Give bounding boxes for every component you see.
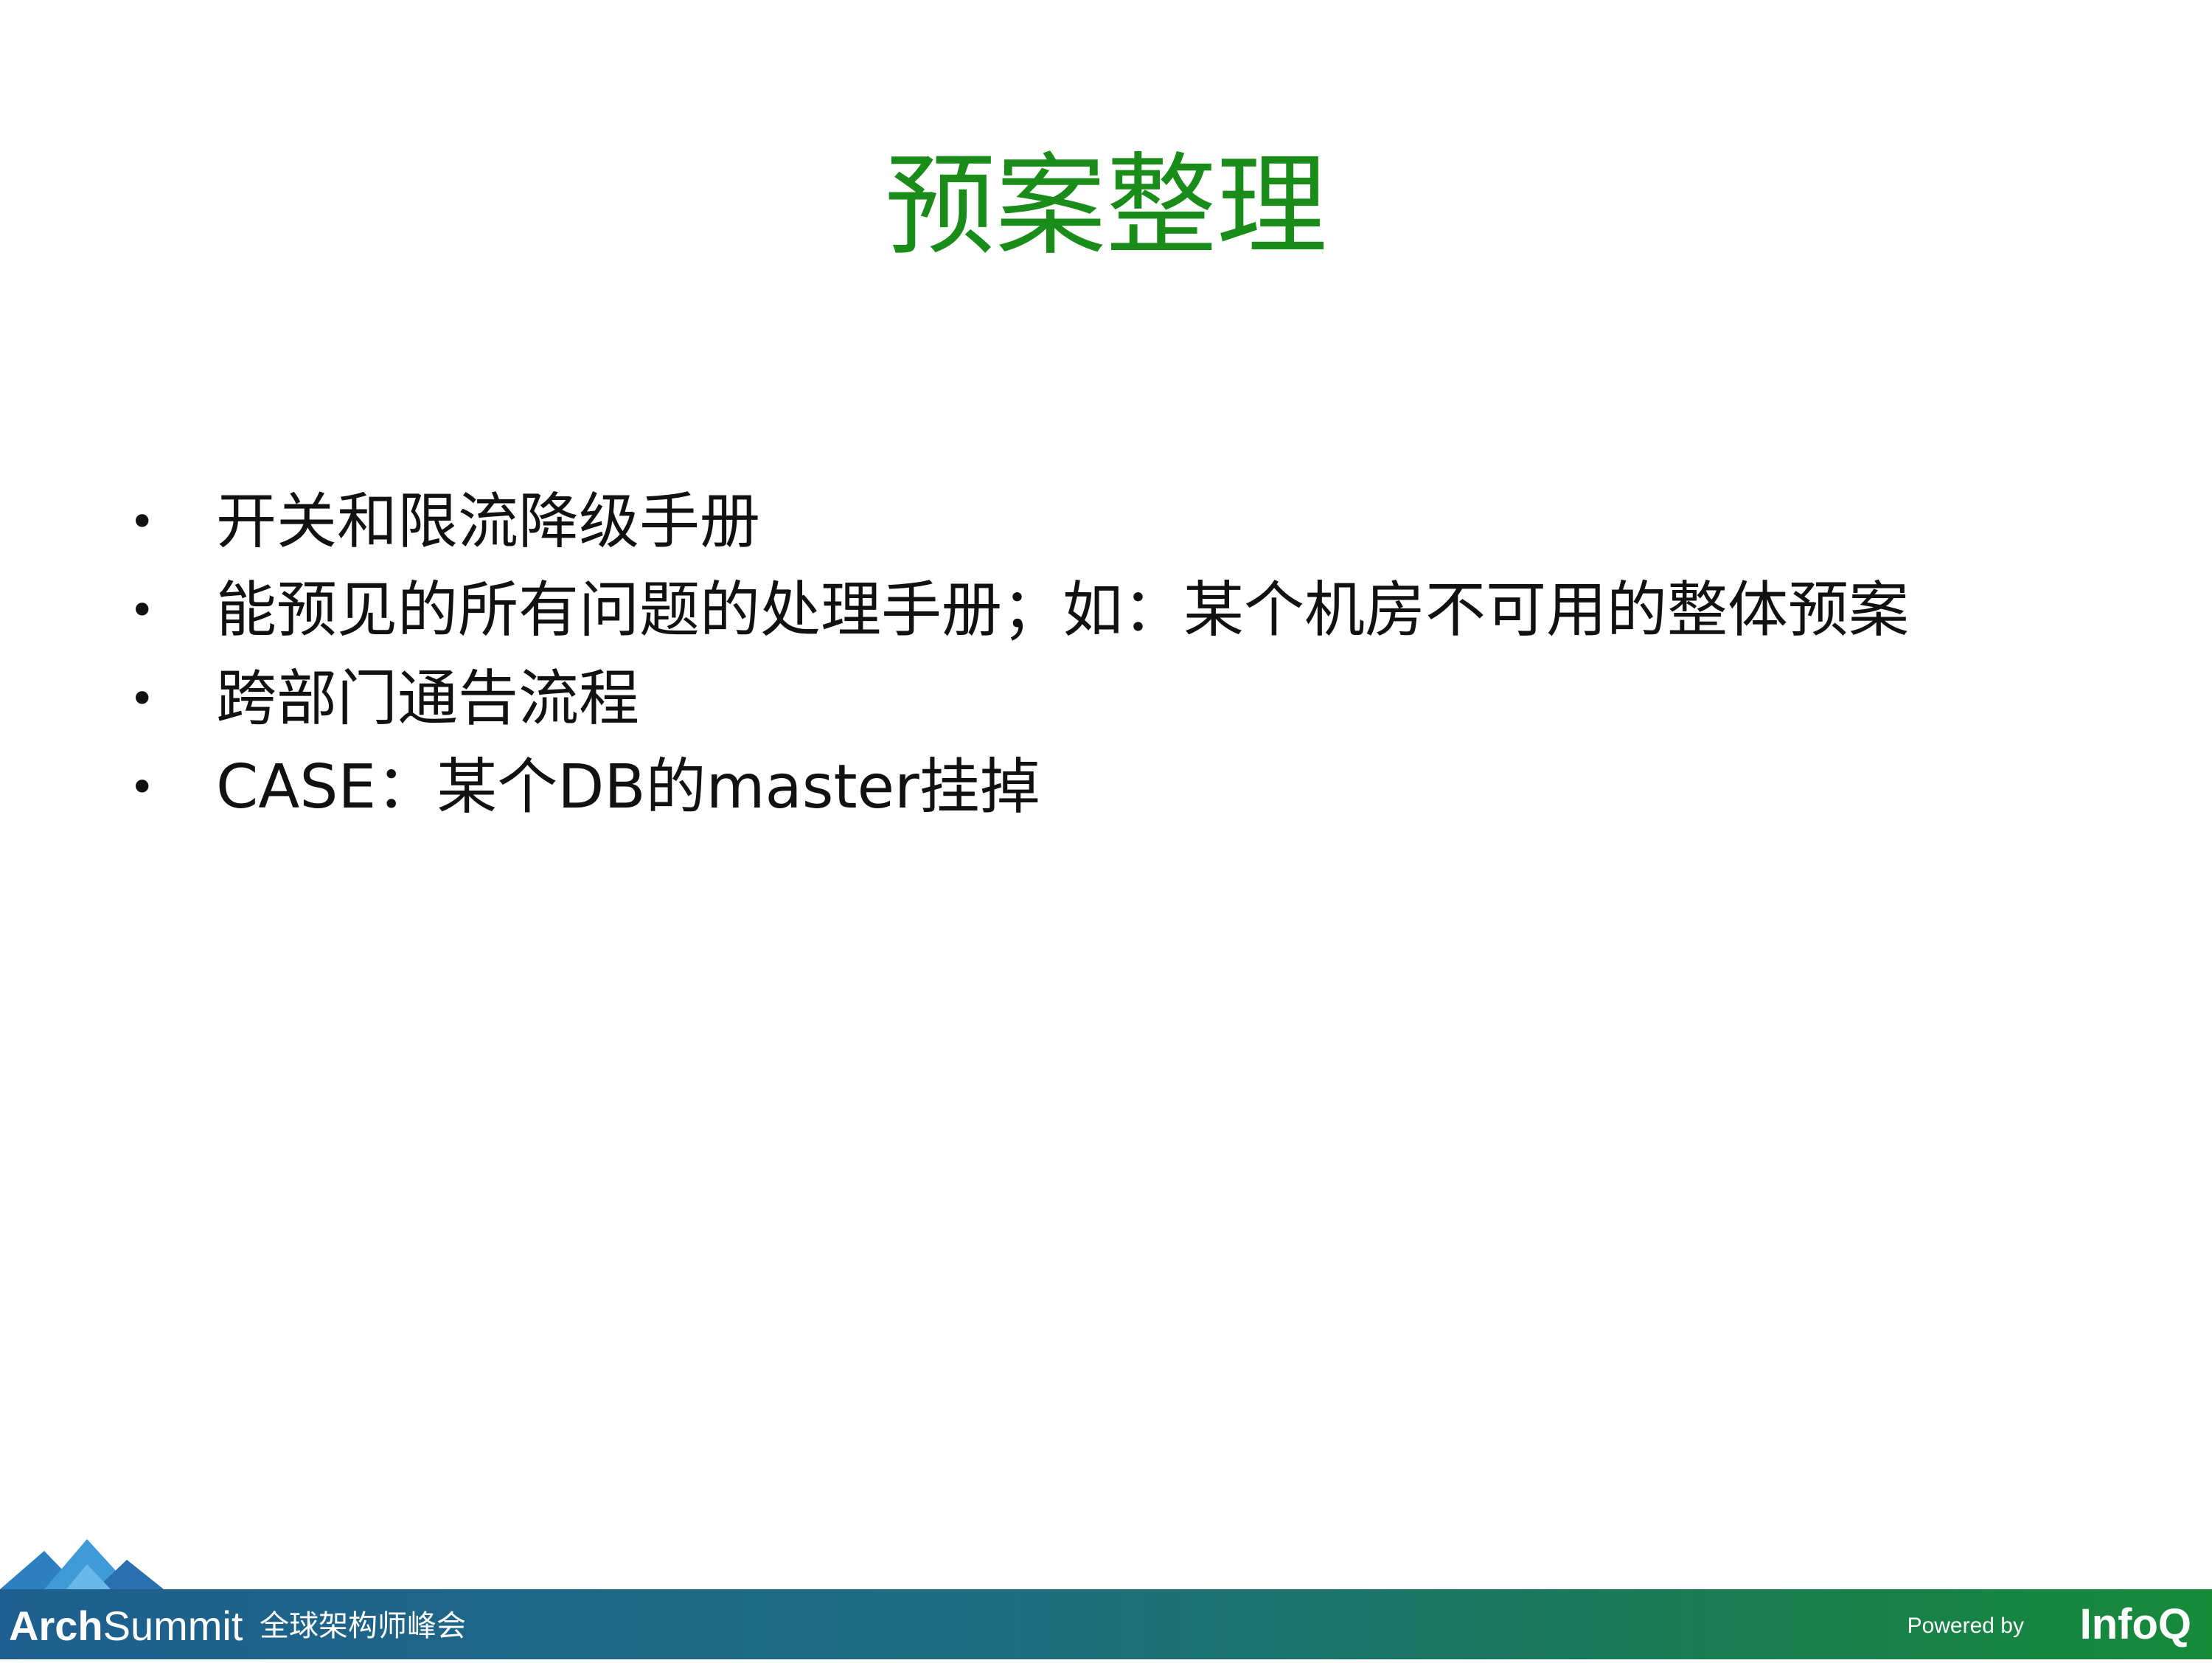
bullet-icon: • (129, 496, 156, 548)
footer-bar: ArchSummit 全球架构师峰会 Powered by InfoQ (0, 1589, 2212, 1659)
mountain-peaks-icon (0, 1539, 164, 1589)
footer-subtitle: 全球架构师峰会 (260, 1609, 466, 1643)
bullet-text: CASE：某个DB的master挂掉 (216, 752, 1040, 822)
slide-title: 预案整理 (884, 142, 1327, 271)
bullet-text: 跨部门通告流程 (216, 664, 640, 734)
bullet-icon: • (129, 762, 156, 813)
powered-by-label: Powered by (1907, 1614, 2024, 1638)
brand-bold: Arch (9, 1603, 103, 1649)
archsummit-logo: ArchSummit (9, 1589, 243, 1659)
bullet-icon: • (129, 585, 156, 636)
bullet-text: 能预见的所有问题的处理手册；如：某个机房不可用的整体预案 (216, 575, 1910, 645)
brand-rest: Summit (102, 1603, 243, 1649)
bullet-icon: • (129, 673, 156, 725)
infoq-logo: InfoQ (2079, 1600, 2191, 1648)
bullet-text: 开关和限流降级手册 (216, 487, 761, 557)
